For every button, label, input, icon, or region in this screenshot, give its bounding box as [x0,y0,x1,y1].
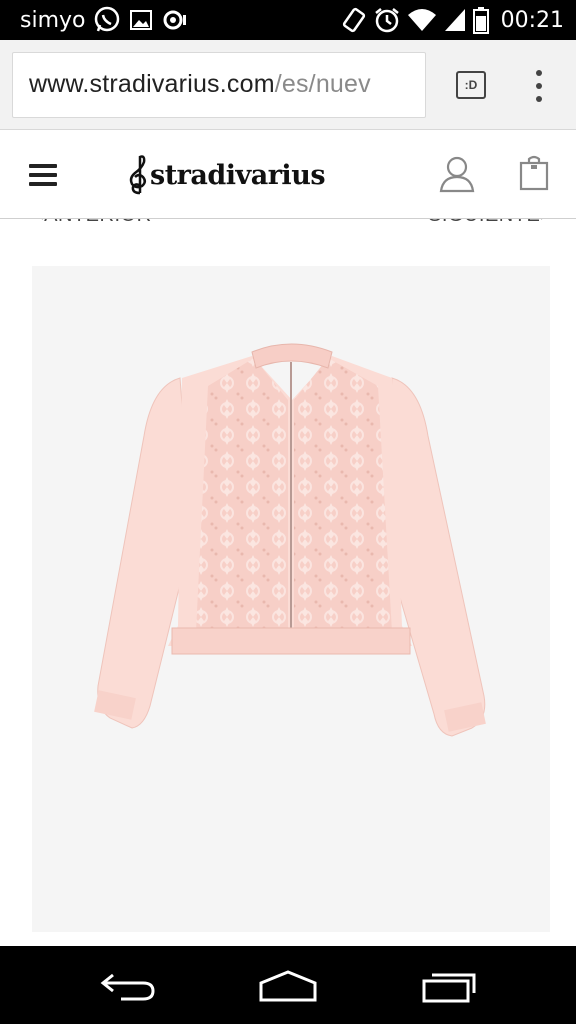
stradivarius-logo[interactable]: stradivarius [128,153,326,197]
battery-icon [472,6,489,34]
logo-text: stradivarius [150,159,326,191]
clock-label: 00:21 [500,7,564,33]
home-icon[interactable] [254,966,322,1006]
overflow-menu-icon[interactable] [533,70,545,102]
url-path: /es/nuev [274,70,371,98]
lace-bomber-jacket-image [94,343,486,737]
url-field[interactable]: www.stradivarius.com/es/nuev [12,52,426,118]
product-image[interactable] [32,266,550,932]
site-header: stradivarius [0,131,576,219]
back-icon[interactable] [98,966,158,1006]
signal-icon [443,7,467,33]
gallery-icon [129,8,153,32]
wifi-icon [407,7,437,33]
recent-apps-icon[interactable] [418,966,480,1006]
vibrate-icon [341,6,367,34]
status-bar: simyo 00:21 [0,0,576,40]
treble-clef-icon [129,155,146,195]
settings-notification-icon [161,7,189,33]
hamburger-menu-icon[interactable] [29,164,57,186]
tabs-button[interactable]: :D [456,71,486,99]
shopping-bag-icon[interactable] [519,155,549,196]
alarm-icon [373,6,401,34]
url-domain: www.stradivarius.com [29,70,275,98]
carrier-label: simyo [20,7,86,33]
system-navigation-bar [0,946,576,1024]
account-icon[interactable] [439,155,475,198]
whatsapp-icon [93,6,121,34]
browser-toolbar: www.stradivarius.com/es/nuev :D [0,40,576,130]
url-text[interactable]: www.stradivarius.com/es/nuev [29,70,371,99]
